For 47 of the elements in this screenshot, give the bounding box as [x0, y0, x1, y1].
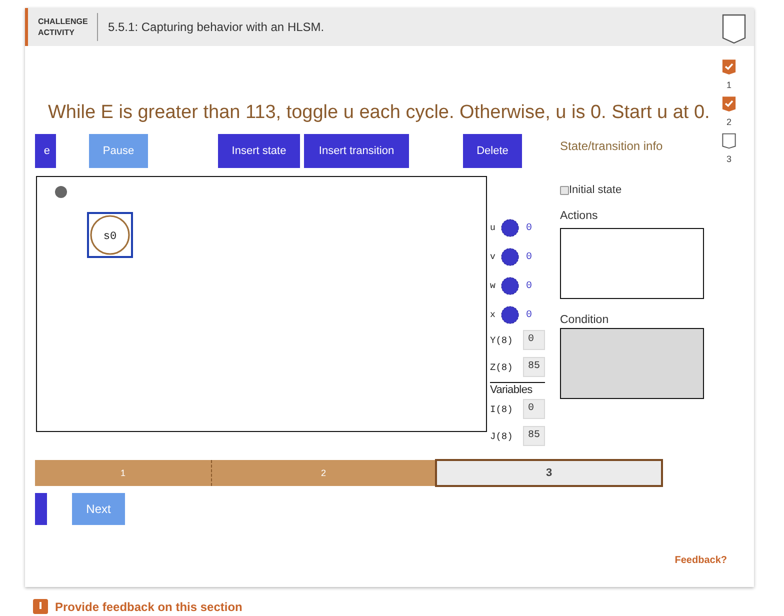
level-tab[interactable]: 3 [435, 459, 663, 487]
level-status-icon[interactable] [722, 96, 736, 112]
toolbar-button[interactable]: Insert transition [304, 134, 409, 168]
state-canvas[interactable]: s0 [36, 176, 487, 432]
initial-state-checkbox[interactable] [560, 186, 569, 194]
initial-state-label: Initial state [569, 184, 622, 196]
info-panel-title: State/transition info [560, 139, 663, 153]
signal-indicator-icon [501, 248, 519, 266]
signal-value: 0 [526, 252, 532, 262]
variable-value-field: 0 [523, 399, 545, 419]
signal-value: 0 [526, 222, 532, 234]
register-name: Z(8) [490, 362, 514, 372]
signal-indicator-icon [501, 306, 519, 324]
activity-type-label: CHALLENGE ACTIVITY [38, 16, 89, 38]
toolbar-button[interactable]: Insert state [218, 134, 300, 168]
level-number: 1 [726, 80, 732, 90]
register-value-field: 85 [523, 357, 545, 377]
toolbar-button[interactable]: e [35, 134, 56, 168]
toolbar-button[interactable]: Delete [463, 134, 522, 168]
signal-name: u [490, 223, 496, 233]
variable-name: I(8) [490, 404, 514, 414]
level-status-icon[interactable] [722, 59, 736, 75]
state-label: s0 [103, 231, 117, 243]
level-number: 3 [726, 154, 732, 164]
signal-name: x [490, 310, 496, 320]
variables-heading: Variables [490, 382, 545, 397]
section-feedback-link[interactable]: Provide feedback on this section [55, 600, 242, 614]
signal-name: v [490, 252, 496, 262]
signal-value: 0 [526, 310, 532, 320]
activity-title: 5.5.1: Capturing behavior with an HLSM. [108, 20, 326, 34]
feedback-link[interactable]: Feedback? [674, 555, 727, 566]
state-node[interactable]: s0 [87, 212, 133, 258]
signal-value: 0 [526, 280, 532, 292]
signal-indicator-icon [501, 277, 519, 295]
actions-label: Actions [560, 210, 599, 222]
dot-marker [55, 186, 67, 198]
bookmark-icon[interactable] [722, 14, 746, 44]
level-status-icon[interactable] [722, 133, 736, 149]
register-value-field: 0 [523, 330, 545, 350]
variable-value-field: 85 [523, 426, 545, 446]
condition-label: Condition [560, 314, 610, 326]
signal-indicator-icon [501, 219, 519, 237]
variable-name: J(8) [490, 430, 514, 442]
register-name: Y(8) [490, 334, 514, 346]
actions-field[interactable] [560, 228, 704, 299]
level-number: 2 [726, 117, 732, 127]
signal-name: w [490, 281, 496, 291]
